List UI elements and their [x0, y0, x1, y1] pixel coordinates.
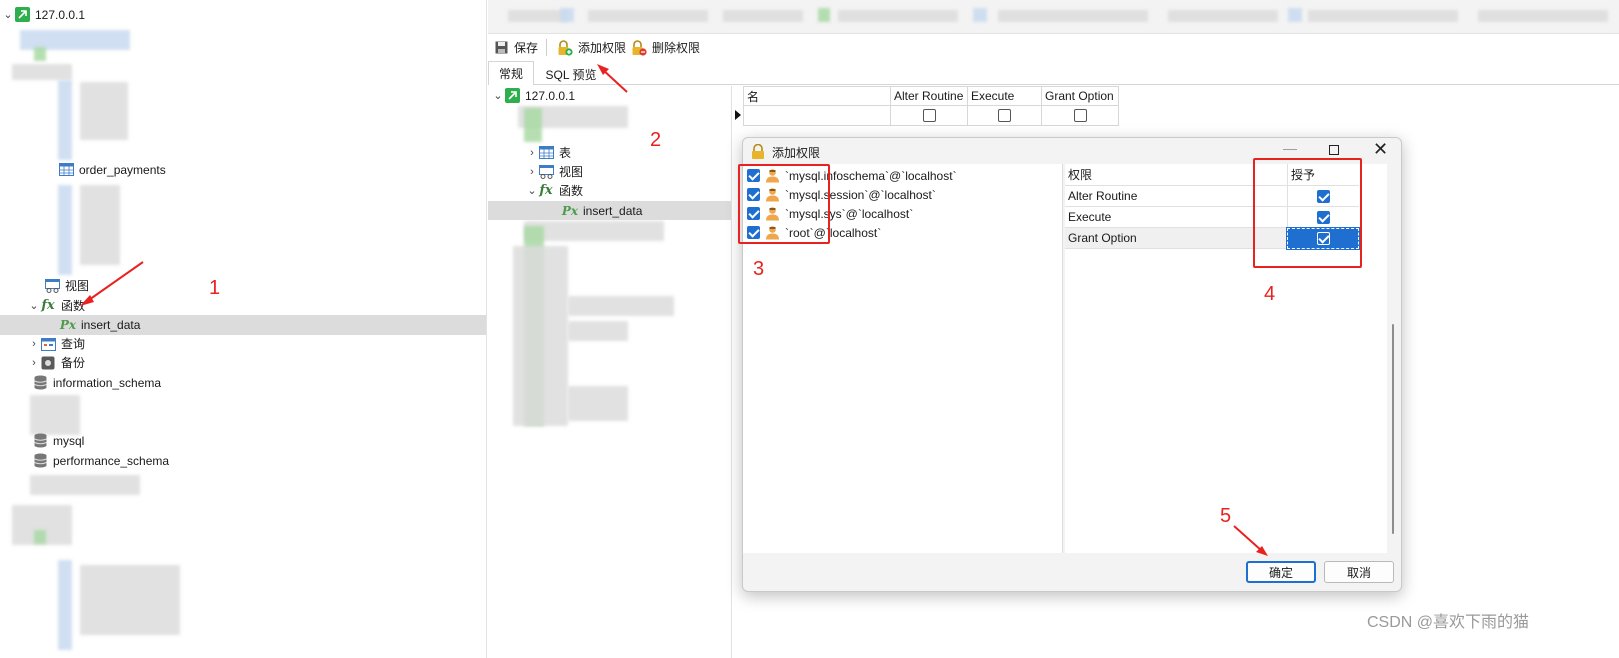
annotation-number: 3	[753, 258, 765, 280]
annotation-number: 5	[1220, 505, 1232, 527]
annotation-number: 1	[209, 277, 221, 299]
annotation-arrows	[80, 64, 1268, 556]
watermark: CSDN @喜欢下雨的猫	[1367, 614, 1530, 631]
annotation-number: 2	[650, 129, 662, 151]
annotation-number: 4	[1264, 283, 1276, 305]
